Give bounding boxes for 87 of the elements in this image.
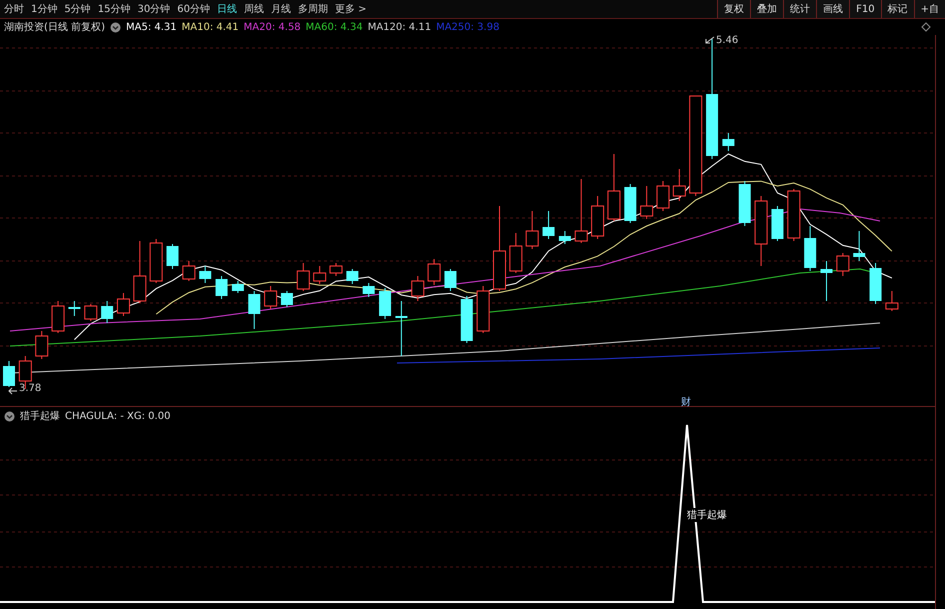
toggle-icon[interactable] — [4, 410, 15, 422]
candlestick — [656, 180, 670, 212]
period-tab[interactable]: 月线 — [270, 2, 291, 16]
period-tab[interactable]: 15分钟 — [98, 2, 130, 16]
candlestick — [35, 330, 48, 360]
candlestick — [84, 304, 98, 322]
high-price-label: 5.46 — [716, 35, 738, 46]
period-tab[interactable]: 多周期 — [298, 2, 328, 16]
candlestick — [509, 232, 522, 274]
candlestick — [216, 276, 228, 300]
toolbar-button[interactable]: 统计 — [783, 0, 816, 18]
candlestick — [68, 300, 80, 316]
candlestick — [428, 258, 441, 286]
stock-title: 湖南投资(日线 前复权) — [4, 20, 105, 34]
arrow-icon — [8, 387, 18, 395]
candlestick — [379, 288, 392, 320]
candlestick — [754, 196, 768, 266]
period-tab[interactable]: 更多 > — [334, 2, 367, 16]
candlestick — [476, 286, 490, 334]
period-tab[interactable]: 1分钟 — [31, 2, 58, 16]
candlestick — [313, 266, 326, 284]
finance-marker[interactable]: 财 — [681, 395, 691, 409]
moving-average-value: MA5: 4.31 — [126, 22, 177, 32]
candlestick — [885, 290, 898, 312]
period-tab[interactable]: 日线 — [216, 2, 237, 16]
indicator-name: 猎手起爆 — [20, 410, 60, 423]
candlestick — [836, 252, 850, 276]
moving-average-value: MA120: 4.11 — [368, 22, 432, 32]
candlestick — [870, 262, 882, 304]
candlestick — [444, 268, 456, 292]
candlestick — [411, 276, 424, 302]
moving-average-value: MA20: 4.58 — [244, 22, 301, 32]
candlestick — [787, 188, 800, 242]
candlestick — [804, 226, 816, 272]
toolbar-button[interactable]: 画线 — [816, 0, 850, 18]
toolbar-button[interactable]: +自 — [914, 0, 945, 18]
candlestick — [395, 300, 408, 356]
candlestick — [362, 282, 375, 298]
candlestick — [296, 262, 310, 292]
period-tab[interactable]: 周线 — [244, 2, 264, 16]
candlestick — [133, 240, 146, 304]
candlestick — [52, 300, 65, 334]
period-tab[interactable]: 60分钟 — [177, 2, 210, 16]
candlestick — [672, 168, 686, 202]
period-tab[interactable]: 30分钟 — [137, 2, 170, 16]
period-tab[interactable]: 5分钟 — [64, 2, 91, 16]
toolbar-button[interactable]: 复权 — [717, 0, 750, 18]
candlestick — [248, 290, 260, 330]
candlestick — [199, 266, 212, 284]
candlestick — [3, 360, 15, 388]
diamond-icon[interactable] — [921, 22, 931, 32]
candlestick — [558, 230, 571, 244]
toggle-icon[interactable] — [110, 22, 121, 32]
toolbar-button[interactable]: F10 — [849, 0, 881, 18]
candlestick — [182, 260, 196, 282]
candlestick — [166, 244, 178, 270]
indicator-readout: CHAGULA: - XG: 0.00 — [65, 410, 170, 422]
candlestick — [330, 262, 342, 276]
candlestick — [591, 196, 604, 240]
candlestick — [624, 184, 636, 224]
candlestick — [574, 178, 588, 244]
candlestick — [346, 268, 358, 284]
candlestick — [640, 186, 654, 220]
candlestick — [526, 210, 539, 250]
period-tab[interactable]: 分时 — [4, 2, 24, 16]
arrow-icon — [705, 36, 715, 44]
candlestick — [460, 296, 473, 344]
candlestick — [722, 132, 734, 152]
moving-average-value: MA60: 4.34 — [306, 22, 363, 32]
candlestick — [853, 230, 866, 262]
candlestick — [280, 290, 293, 308]
moving-average-value: MA10: 4.41 — [182, 22, 239, 32]
low-price-label: 3.78 — [19, 383, 42, 394]
candlestick — [738, 180, 751, 226]
candlestick — [264, 286, 278, 310]
toolbar-button[interactable]: 标记 — [880, 0, 914, 18]
candlestick — [116, 292, 130, 316]
candlestick — [820, 260, 832, 302]
candlestick — [150, 238, 163, 284]
signal-label: 猎手起爆 — [687, 508, 727, 522]
candlestick — [607, 154, 620, 222]
toolbar-button[interactable]: 叠加 — [750, 0, 784, 18]
candlestick — [101, 300, 114, 324]
candlestick — [232, 280, 244, 294]
candlestick — [542, 210, 555, 240]
candlestick — [771, 206, 784, 242]
moving-average-value: MA250: 3.98 — [436, 22, 500, 32]
